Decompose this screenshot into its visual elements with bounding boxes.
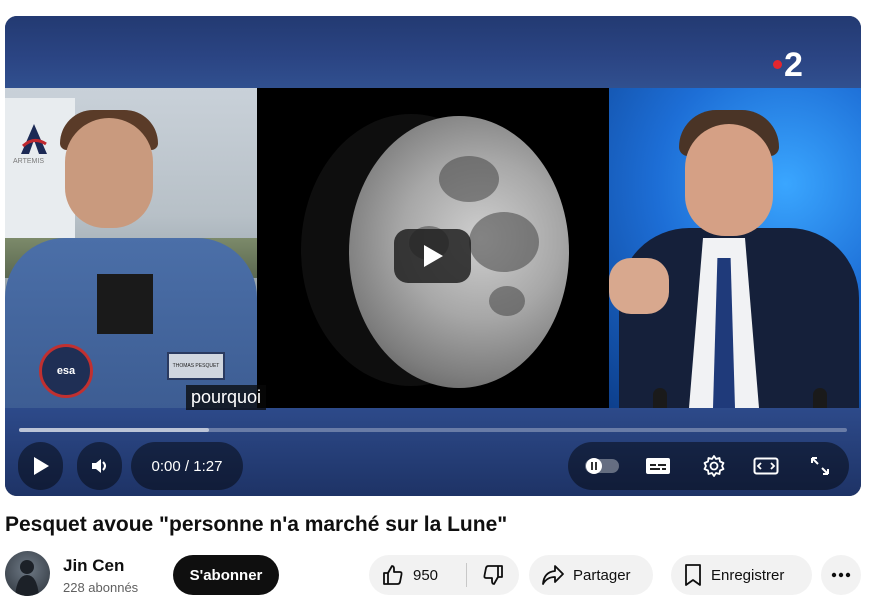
gear-icon (703, 455, 725, 477)
share-button[interactable]: Partager (529, 555, 653, 595)
thumbs-down-icon (483, 565, 503, 585)
fullscreen-button[interactable] (806, 452, 834, 480)
moon-mare (489, 286, 525, 316)
astronaut-collar (97, 274, 153, 334)
like-dislike-group: 950 (369, 555, 519, 595)
artemis-logo-icon (21, 124, 47, 154)
share-icon (541, 564, 565, 586)
progress-buffered (19, 428, 210, 432)
video-right-panel (609, 88, 861, 408)
time-text: 0:00 / 1:27 (151, 457, 223, 475)
volume-icon (91, 459, 106, 473)
like-count: 950 (413, 566, 439, 584)
video-left-panel: ARTEMIS esa THOMAS PESQUET (5, 88, 257, 408)
channel-avatar[interactable] (5, 551, 50, 596)
autoplay-toggle-icon (585, 458, 619, 474)
fullscreen-icon (811, 457, 829, 475)
astronaut-face (65, 118, 153, 228)
bookmark-icon (683, 563, 703, 587)
play-icon (423, 245, 443, 267)
microphone (813, 388, 827, 408)
esa-patch-text: esa (56, 365, 76, 377)
channel-name[interactable]: Jin Cen (63, 556, 124, 576)
more-icon (831, 572, 851, 578)
moon-mare (469, 212, 539, 272)
esa-patch: esa (39, 344, 93, 398)
artemis-text: ARTEMIS (13, 158, 44, 165)
dislike-button[interactable] (467, 555, 519, 595)
video-title: Pesquet avoue "personne n'a marché sur l… (5, 513, 508, 536)
right-controls (568, 442, 849, 490)
time-display: 0:00 / 1:27 (131, 442, 243, 490)
more-actions-button[interactable] (821, 555, 861, 595)
name-tag: THOMAS PESQUET (167, 352, 225, 380)
theater-mode-icon (753, 457, 779, 475)
like-button[interactable]: 950 (369, 555, 466, 595)
center-play-button[interactable] (394, 229, 471, 283)
channel-logo-number: 2 (784, 46, 803, 84)
subscribe-button[interactable]: S'abonner (173, 555, 279, 595)
theater-mode-button[interactable] (752, 452, 780, 480)
microphone (653, 388, 667, 408)
save-label: Enregistrer (711, 566, 785, 584)
settings-button[interactable] (700, 452, 728, 480)
presenter-hand (609, 258, 669, 314)
presenter-face (685, 124, 773, 236)
subscriber-count: 228 abonnés (63, 580, 139, 595)
france2-logo: 2 (773, 46, 803, 85)
video-top-band (5, 16, 861, 88)
name-tag-text: THOMAS PESQUET (172, 363, 220, 369)
volume-button[interactable] (77, 442, 122, 490)
thumbs-up-icon (383, 565, 403, 585)
play-button[interactable] (18, 442, 63, 490)
subtitles-button[interactable] (644, 452, 672, 480)
progress-bar[interactable] (19, 428, 847, 432)
subtitle-caption: pourquoi (186, 385, 267, 410)
avatar-figure (15, 560, 39, 596)
save-button[interactable]: Enregistrer (671, 555, 812, 595)
subtitles-icon (646, 458, 670, 474)
autoplay-toggle[interactable] (582, 452, 622, 480)
video-player[interactable]: 2 ARTEMIS esa THOMAS PESQUET pourquoi 0:… (5, 16, 861, 496)
moon-mare (439, 156, 499, 202)
share-label: Partager (573, 566, 631, 584)
play-icon (33, 457, 49, 475)
